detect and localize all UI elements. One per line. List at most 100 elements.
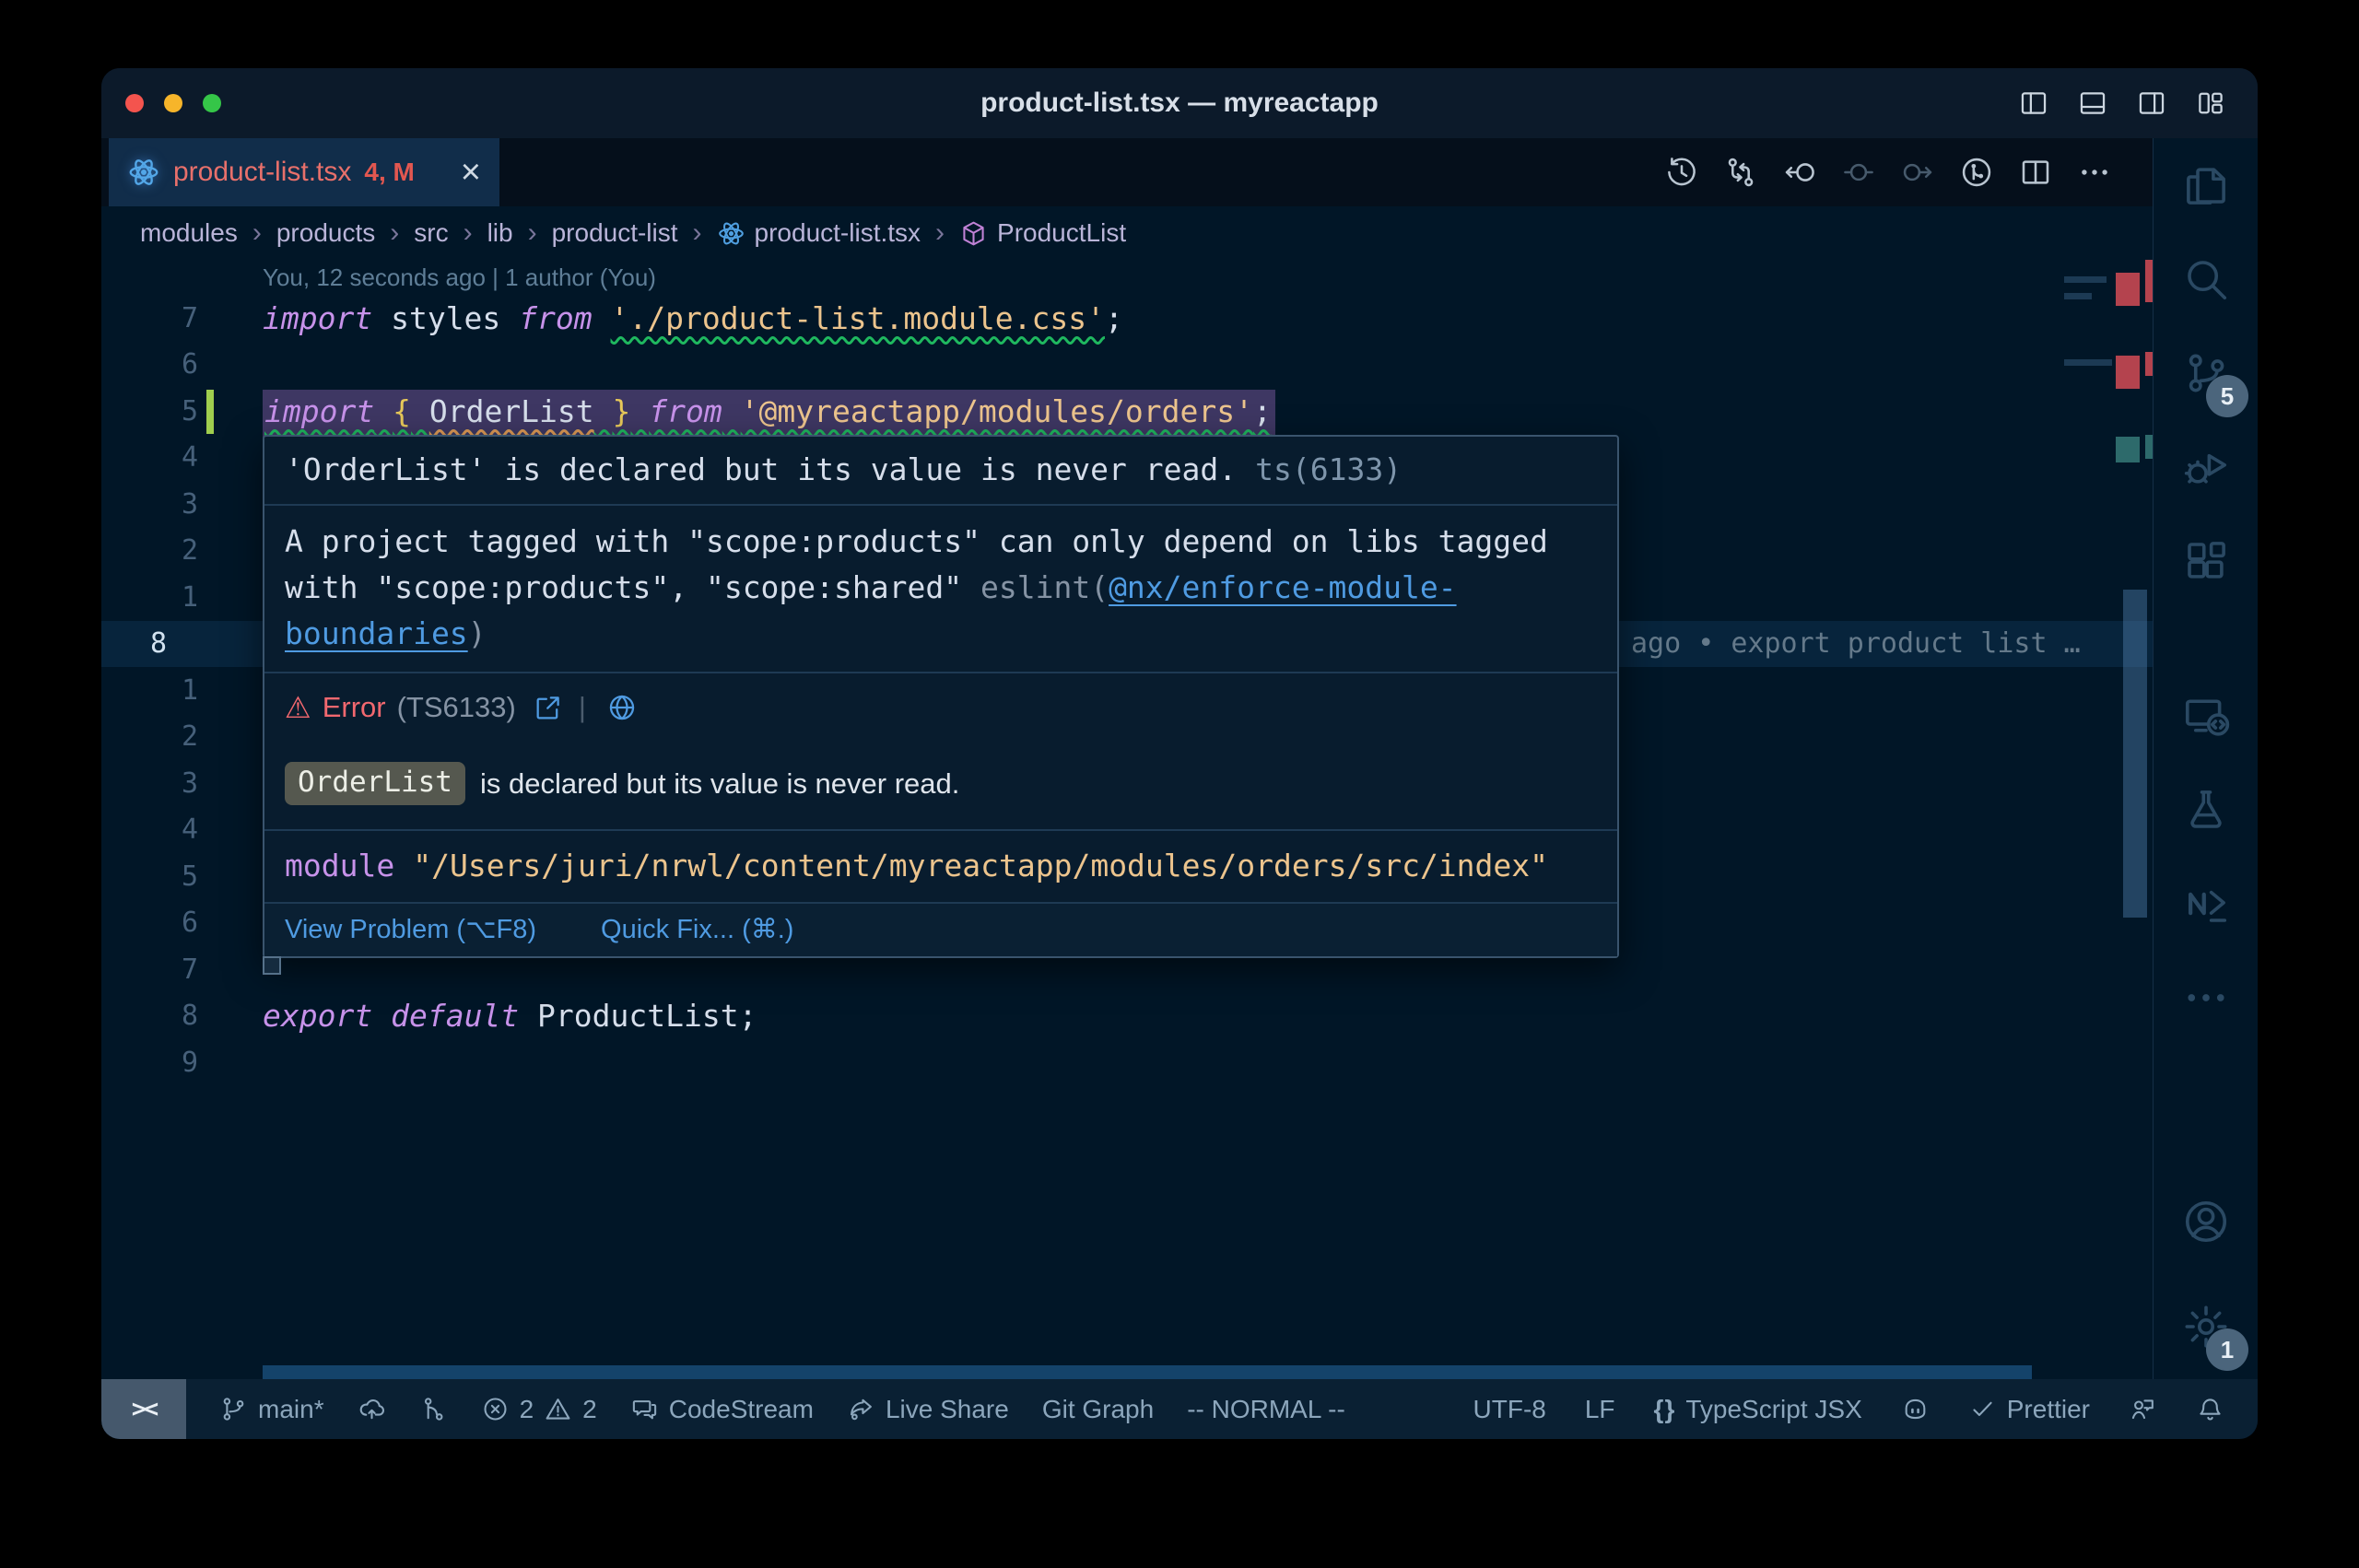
- globe-icon[interactable]: [606, 692, 638, 723]
- error-circle-icon: [481, 1395, 510, 1423]
- status-codestream[interactable]: CodeStream: [630, 1395, 814, 1424]
- toggle-panel-icon[interactable]: [2077, 88, 2108, 119]
- breadcrumb-item-products[interactable]: products: [276, 218, 375, 248]
- status-git-graph[interactable]: Git Graph: [1042, 1395, 1154, 1424]
- symbol-chip: OrderList: [285, 762, 465, 805]
- feedback-icon: [2129, 1395, 2157, 1423]
- status-copilot[interactable]: [1901, 1395, 1930, 1423]
- codelens-blame[interactable]: You, 12 seconds ago | 1 author (You): [263, 260, 656, 295]
- git-blame-annotation: ago • export product list …: [1631, 621, 2081, 668]
- status-notifications[interactable]: [2196, 1395, 2224, 1423]
- status-encoding[interactable]: UTF-8: [1473, 1395, 1546, 1424]
- code-editor[interactable]: You, 12 seconds ago | 1 author (You) 7im…: [101, 260, 2153, 1365]
- status-git-branch[interactable]: main*: [219, 1395, 324, 1424]
- line-number: 1: [101, 581, 263, 614]
- status-problems[interactable]: 22: [481, 1395, 597, 1424]
- line-number: 6: [101, 348, 263, 380]
- view-problem-link[interactable]: View Problem (⌥F8): [285, 913, 536, 945]
- git-added-gutter-marker: [206, 390, 214, 434]
- activity-bar-source-control[interactable]: 5: [2154, 326, 2258, 420]
- breadcrumb-item-lib[interactable]: lib: [487, 218, 513, 248]
- status-publish-changes[interactable]: [358, 1395, 386, 1423]
- split-editor-icon[interactable]: [2018, 155, 2053, 190]
- line-number: 4: [101, 813, 263, 846]
- next-change-icon[interactable]: [1900, 155, 1935, 190]
- activity-bar-run-and-debug[interactable]: [2154, 420, 2258, 514]
- close-tab-icon[interactable]: ×: [461, 155, 481, 190]
- chevron-right-icon: ›: [526, 217, 539, 249]
- status-gitlens-status[interactable]: [419, 1395, 448, 1423]
- activity-bar-extensions[interactable]: [2154, 514, 2258, 608]
- react-icon: [127, 156, 160, 189]
- breadcrumb-item-product-list[interactable]: product-list: [552, 218, 678, 248]
- chevron-right-icon: ›: [462, 217, 475, 249]
- line-number: 7: [101, 302, 263, 334]
- minimap-decoration: [2145, 435, 2153, 459]
- hover-module-line: module"/Users/juri/nrwl/content/myreacta…: [264, 829, 1617, 902]
- more-icon: [2181, 973, 2231, 1023]
- error-sentence: is declared but its value is never read.: [480, 767, 959, 801]
- status-feedback[interactable]: [2129, 1395, 2157, 1423]
- chevron-right-icon: ›: [388, 217, 401, 249]
- breadcrumb-item-productlist[interactable]: ProductList: [959, 218, 1126, 248]
- scrollbar-slider[interactable]: [2123, 590, 2147, 918]
- vscode-window: product-list.tsx — myreactapp product-li…: [101, 68, 2258, 1439]
- tab-product-list[interactable]: product-list.tsx 4, M ×: [109, 138, 499, 206]
- comment-icon: [630, 1395, 659, 1423]
- line-number: 9: [101, 1047, 263, 1079]
- activity-bar-testing[interactable]: [2154, 763, 2258, 857]
- line-number: 1: [101, 674, 263, 707]
- quick-fix-link[interactable]: Quick Fix... (⌘.): [601, 913, 793, 945]
- activity-bar-remote-explorer[interactable]: [2154, 669, 2258, 763]
- code-line: 7import styles from './product-list.modu…: [101, 295, 2153, 342]
- cloud-upload-icon: [358, 1395, 386, 1423]
- nx-icon: [2181, 879, 2231, 929]
- horizontal-scrollbar[interactable]: [101, 1365, 2153, 1379]
- customize-layout-icon[interactable]: [2195, 88, 2226, 119]
- status-language-mode[interactable]: {}TypeScript JSX: [1654, 1395, 1862, 1424]
- activity-bar-manage[interactable]: 1: [2154, 1274, 2258, 1379]
- status-prettier[interactable]: Prettier: [1968, 1395, 2090, 1424]
- activity-bar-nx-console[interactable]: [2154, 857, 2258, 951]
- status-end-of-line[interactable]: LF: [1585, 1395, 1615, 1424]
- title-bar[interactable]: product-list.tsx — myreactapp: [101, 68, 2258, 138]
- hover-resize-grip[interactable]: [263, 956, 281, 975]
- breadcrumb-item-src[interactable]: src: [414, 218, 448, 248]
- status-bar-left: main* 22 CodeStream Live Share Git Graph -- N…: [186, 1395, 1345, 1424]
- traffic-lights: [125, 94, 221, 112]
- activity-bar-explorer[interactable]: [2154, 138, 2258, 232]
- current-change-icon[interactable]: [1841, 155, 1876, 190]
- open-external-icon[interactable]: [533, 692, 564, 723]
- error-hover-tooltip: 'OrderList' is declared but its value is…: [263, 435, 1619, 958]
- hover-diagnostic-ts: 'OrderList' is declared but its value is…: [264, 437, 1617, 504]
- close-button[interactable]: [125, 94, 144, 112]
- hover-diagnostic-eslint: A project tagged with "scope:products" c…: [264, 504, 1617, 672]
- window-title: product-list.tsx — myreactapp: [980, 88, 1379, 119]
- react-icon: [717, 219, 745, 248]
- minimap-decoration: [2145, 352, 2153, 376]
- activity-bar-additional-views[interactable]: [2154, 951, 2258, 1045]
- minimap-decoration: [2064, 276, 2107, 283]
- horizontal-scrollbar-thumb[interactable]: [263, 1365, 2032, 1379]
- status-live-share[interactable]: Live Share: [847, 1395, 1009, 1424]
- timeline-view-icon[interactable]: [1664, 155, 1699, 190]
- breadcrumb-item-product-list-tsx[interactable]: product-list.tsx: [717, 218, 921, 248]
- status-vim-mode[interactable]: -- NORMAL --: [1187, 1395, 1345, 1424]
- line-number: 3: [101, 488, 263, 521]
- breadcrumb-item-modules[interactable]: modules: [140, 218, 238, 248]
- activity-bar-search[interactable]: [2154, 232, 2258, 326]
- zoom-button[interactable]: [203, 94, 221, 112]
- desktop: product-list.tsx — myreactapp product-li…: [0, 0, 2359, 1568]
- previous-change-icon[interactable]: [1782, 155, 1817, 190]
- more-actions-icon[interactable]: [2077, 155, 2112, 190]
- git-graph-icon[interactable]: [1959, 155, 1994, 190]
- remote-indicator[interactable]: ><: [101, 1379, 186, 1439]
- open-changes-icon[interactable]: [1723, 155, 1758, 190]
- toggle-primary-sidebar-icon[interactable]: [2018, 88, 2049, 119]
- toggle-secondary-sidebar-icon[interactable]: [2136, 88, 2167, 119]
- minimize-button[interactable]: [164, 94, 182, 112]
- activity-bar-accounts[interactable]: [2154, 1169, 2258, 1274]
- code-line: 6: [101, 342, 2153, 389]
- code-line: 9: [101, 1039, 2153, 1086]
- breadcrumb: modules›products›src›lib›product-list›pr…: [101, 206, 2153, 260]
